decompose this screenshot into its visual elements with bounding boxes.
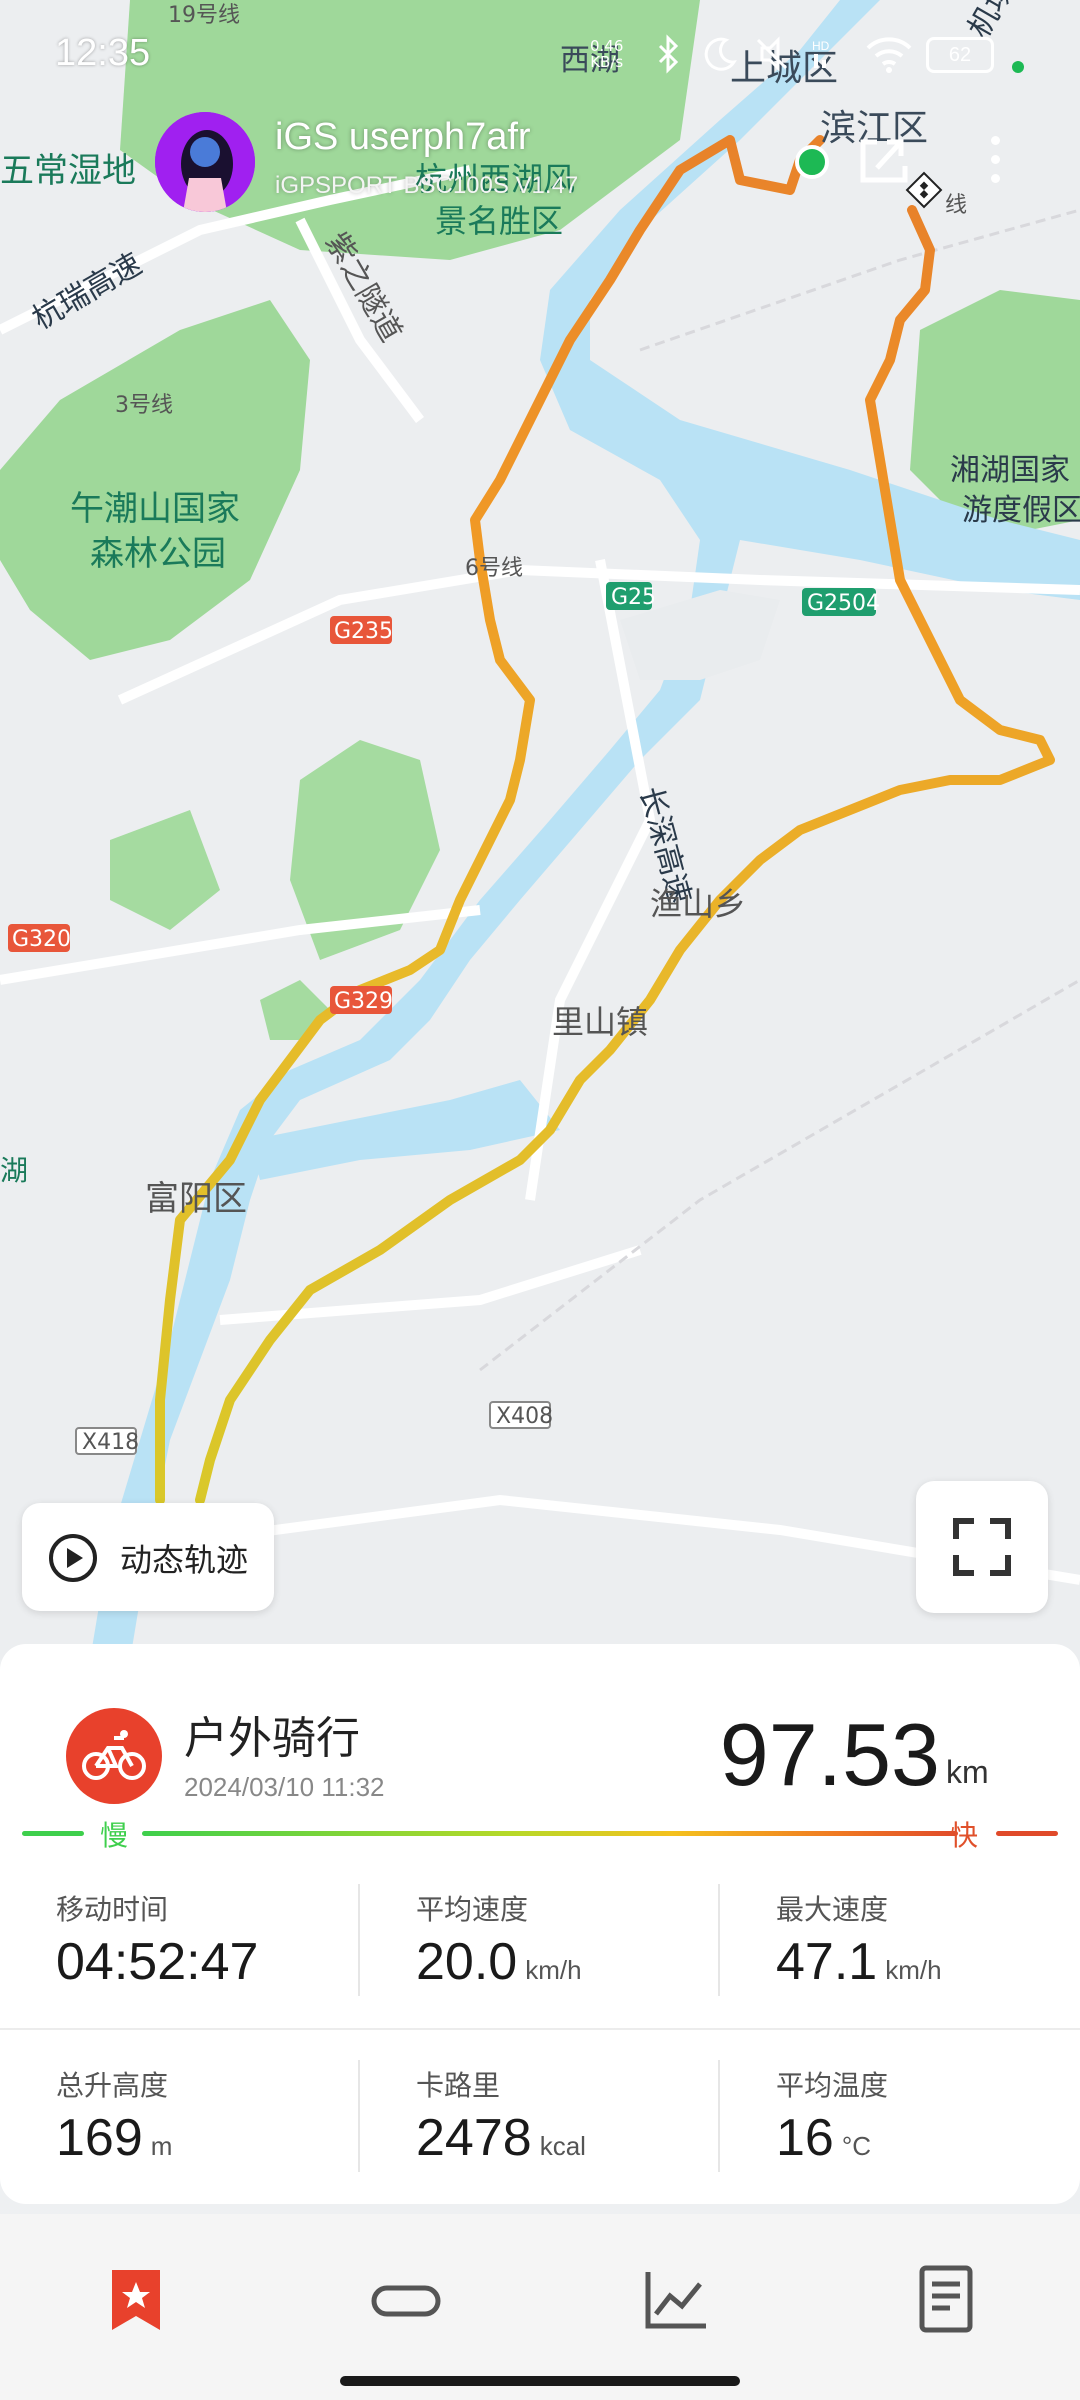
label-line3: 3号线 bbox=[115, 393, 173, 418]
device-info: iGPSPORT BSC100S V1.47 bbox=[275, 172, 579, 199]
label-line6: 6号线 bbox=[465, 556, 523, 581]
label-yushan: 渔山乡 bbox=[650, 885, 746, 923]
distance-unit: km bbox=[946, 1754, 989, 1790]
speed-legend-slow: 慢 bbox=[100, 1819, 129, 1852]
label-wuchang: 五常湿地 bbox=[0, 151, 136, 191]
stat-label: 卡路里 bbox=[416, 2069, 501, 2102]
stat-label: 最大速度 bbox=[776, 1893, 889, 1926]
divider bbox=[358, 2060, 360, 2172]
label-line-end: 线 bbox=[945, 193, 967, 218]
label-xihu-scenic-2: 景名胜区 bbox=[435, 202, 563, 240]
share-icon[interactable] bbox=[855, 128, 915, 188]
label-line19: 19号线 bbox=[168, 3, 240, 28]
speed-legend-slow-line bbox=[22, 1831, 84, 1836]
label-xianghu-2: 游度假区 bbox=[962, 493, 1080, 528]
divider bbox=[358, 1884, 360, 1996]
lap-icon bbox=[371, 2285, 441, 2317]
speed-legend-fast-line bbox=[996, 1831, 1058, 1836]
bookmark-icon bbox=[112, 2270, 160, 2330]
label-g2504: G2504 bbox=[807, 591, 880, 616]
stat-label: 总升高度 bbox=[56, 2069, 169, 2102]
nav-chart-tab[interactable] bbox=[636, 2260, 716, 2340]
label-fuyang: 富阳区 bbox=[145, 1179, 247, 1219]
stat-unit: m bbox=[150, 2131, 173, 2161]
speed-legend: 慢 快 bbox=[22, 1818, 1058, 1852]
bottom-navigation bbox=[0, 2214, 1080, 2400]
activity-datetime: 2024/03/10 11:32 bbox=[184, 1772, 385, 1802]
cycling-icon bbox=[66, 1708, 162, 1804]
document-icon bbox=[919, 2265, 973, 2333]
svg-text:HD: HD bbox=[812, 39, 830, 53]
speed-legend-fast: 快 bbox=[950, 1819, 979, 1852]
chart-icon bbox=[645, 2272, 706, 2329]
stat-value: 16 bbox=[776, 2109, 834, 2167]
activity-title: 户外骑行 bbox=[184, 1713, 360, 1764]
home-indicator[interactable] bbox=[340, 2376, 740, 2386]
net-speed-value: 0.46 bbox=[590, 37, 624, 55]
stat-label: 平均温度 bbox=[776, 2069, 889, 2102]
label-g235: G235 bbox=[334, 619, 393, 644]
stat-value: 169 bbox=[56, 2109, 143, 2167]
more-options-icon[interactable] bbox=[985, 130, 1005, 190]
stat-value: 2478 bbox=[416, 2109, 532, 2167]
mute-icon bbox=[752, 34, 792, 83]
play-icon bbox=[48, 1533, 98, 1583]
label-g320: G320 bbox=[12, 927, 71, 952]
label-wuchao-2: 森林公园 bbox=[90, 534, 226, 574]
stat-unit: km/h bbox=[885, 1955, 942, 1985]
stat-value: 47.1 bbox=[776, 1933, 878, 1991]
nav-details-tab[interactable] bbox=[906, 2260, 986, 2340]
stat-avg-temperature: 平均温度 16 °C bbox=[776, 2064, 1080, 2184]
divider bbox=[718, 1884, 720, 1996]
stat-value: 04:52:47 bbox=[56, 1933, 259, 1991]
wifi-icon bbox=[864, 34, 914, 83]
stat-max-speed: 最大速度 47.1 km/h bbox=[776, 1888, 1080, 2008]
label-wuchao-1: 午潮山国家 bbox=[70, 489, 240, 529]
row-divider bbox=[0, 2028, 1080, 2030]
route-map[interactable]: G25 G2504 G235 G320 G329 X408 X418 西湖 上城… bbox=[0, 0, 1080, 1660]
dot-icon bbox=[1010, 44, 1026, 84]
stat-total-ascent: 总升高度 169 m bbox=[56, 2064, 386, 2184]
stat-unit: km/h bbox=[525, 1955, 582, 1985]
nav-laps-tab[interactable] bbox=[366, 2260, 446, 2340]
label-lishan: 里山镇 bbox=[552, 1003, 648, 1041]
user-name: iGS userph7afr bbox=[275, 116, 531, 158]
stat-label: 移动时间 bbox=[56, 1893, 169, 1926]
dynamic-track-button[interactable]: 动态轨迹 bbox=[22, 1503, 274, 1611]
stat-calories: 卡路里 2478 kcal bbox=[416, 2064, 746, 2184]
nav-summary-tab[interactable] bbox=[96, 2260, 176, 2340]
activity-summary-card: 户外骑行 2024/03/10 11:32 97.53 km 慢 快 移动时间 … bbox=[0, 1644, 1080, 2204]
status-bar: 12:35 0.46 KB/s HD 62 bbox=[0, 32, 1080, 82]
moon-icon bbox=[700, 34, 740, 83]
avatar[interactable] bbox=[155, 112, 255, 212]
label-hu: 湖 bbox=[0, 1154, 28, 1187]
divider bbox=[718, 2060, 720, 2172]
stat-unit: °C bbox=[841, 2131, 872, 2161]
bluetooth-icon bbox=[652, 34, 686, 83]
net-speed: 0.46 KB/s bbox=[590, 38, 623, 70]
stat-label: 平均速度 bbox=[416, 1893, 529, 1926]
label-x408: X408 bbox=[496, 1404, 553, 1429]
stat-unit: kcal bbox=[539, 2131, 586, 2161]
fullscreen-button[interactable] bbox=[916, 1481, 1048, 1613]
label-g329: G329 bbox=[334, 989, 393, 1014]
label-xianghu-1: 湘湖国家 bbox=[950, 453, 1070, 488]
fullscreen-icon bbox=[953, 1518, 1011, 1576]
stat-moving-time: 移动时间 04:52:47 bbox=[56, 1888, 386, 2008]
speed-legend-gradient bbox=[142, 1831, 958, 1836]
map-canvas[interactable]: G25 G2504 G235 G320 G329 X408 X418 西湖 上城… bbox=[0, 0, 1080, 1660]
status-time: 12:35 bbox=[55, 32, 151, 74]
battery-indicator: 62 bbox=[926, 37, 994, 73]
stat-value: 20.0 bbox=[416, 1933, 518, 1991]
net-speed-unit: KB/s bbox=[590, 53, 624, 71]
hd-icon: HD bbox=[810, 34, 850, 83]
stat-avg-speed: 平均速度 20.0 km/h bbox=[416, 1888, 746, 2008]
distance-value: 97.53 bbox=[719, 1705, 940, 1804]
dynamic-track-label: 动态轨迹 bbox=[120, 1541, 249, 1579]
label-g25: G25 bbox=[611, 585, 656, 610]
label-x418: X418 bbox=[82, 1430, 139, 1455]
start-marker bbox=[795, 145, 829, 179]
